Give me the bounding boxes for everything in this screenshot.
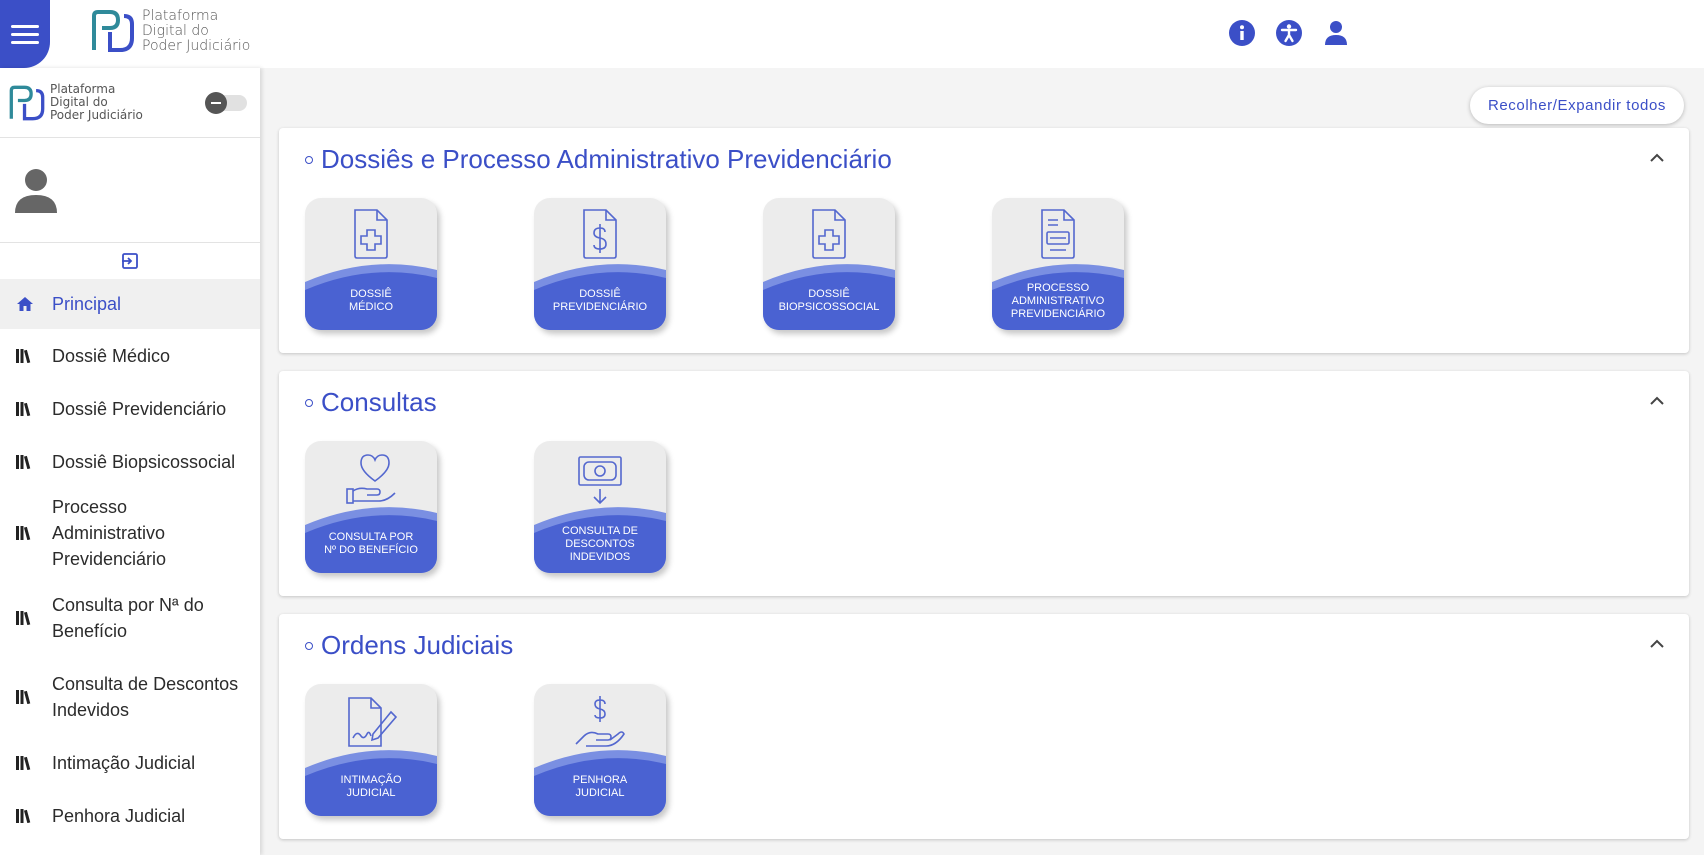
menu-line xyxy=(11,24,39,28)
sidebar-item-label: Dossiê Biopsicossocial xyxy=(52,451,236,472)
logo-line: Plataforma xyxy=(142,7,219,24)
card-label: DOSSIÊ BIOPSICOSSOCIAL xyxy=(778,288,880,313)
main-content: Recolher/Expandir todos Dossiês e Proces… xyxy=(260,68,1704,855)
card-dossie-biopsicossocial[interactable]: DOSSIÊ BIOPSICOSSOCIAL xyxy=(763,198,895,330)
toggle-knob xyxy=(205,92,227,114)
menu-line xyxy=(11,32,39,36)
card-processo-administrativo[interactable]: PROCESSO ADMINISTRATIVO PREVIDENCIÁRIO xyxy=(992,198,1124,330)
user-profile xyxy=(0,138,260,243)
card-consulta-descontos[interactable]: CONSULTA DE DESCONTOS INDEVIDOS xyxy=(534,441,666,573)
logo-line: Digital do xyxy=(142,22,209,39)
library-icon xyxy=(16,611,36,625)
signed-document-icon xyxy=(305,694,437,750)
pdpj-logo-icon xyxy=(9,85,45,120)
sidebar-item-label: Principal xyxy=(52,294,122,314)
sidebar-item-label: Dossiê Médico xyxy=(52,345,171,366)
cash-down-icon xyxy=(534,451,666,507)
card-penhora-judicial[interactable]: PENHORA JUDICIAL xyxy=(534,684,666,816)
theme-toggle[interactable] xyxy=(205,92,247,114)
info-icon[interactable] xyxy=(1228,19,1256,47)
sidebar: Plataforma Digital do Poder Judiciário P… xyxy=(0,68,260,855)
sidebar-item-dossie-medico[interactable]: Dossiê Médico xyxy=(0,329,260,382)
logo-text: Plataforma Digital do Poder Judiciário xyxy=(142,7,251,54)
user-icon[interactable] xyxy=(1322,19,1350,47)
card-consulta-beneficio[interactable]: CONSULTA POR Nº DO BENEFÍCIO xyxy=(305,441,437,573)
card-grid: INTIMAÇÃO JUDICIAL PENHORA JUDICIAL xyxy=(305,684,666,816)
logo-line: Poder Judiciário xyxy=(142,37,251,54)
library-icon xyxy=(16,348,36,363)
money-document-icon xyxy=(534,208,666,264)
section-title-text: Ordens Judiciais xyxy=(321,630,514,660)
sidebar-header: Plataforma Digital do Poder Judiciário xyxy=(0,68,260,138)
medical-document-icon xyxy=(763,208,895,264)
chevron-up-icon[interactable] xyxy=(1647,148,1667,168)
card-grid: DOSSIÊ MÉDICO DOSSIÊ PREVIDENCIÁRIO DOSS… xyxy=(305,198,1124,330)
bullet-icon xyxy=(305,155,313,164)
sidebar-item-label: Consulta por Nª do Benefício xyxy=(52,595,204,641)
bullet-icon xyxy=(305,641,313,650)
sidebar-item-dossie-biopsicossocial[interactable]: Dossiê Biopsicossocial xyxy=(0,435,260,488)
sidebar-item-processo-administrativo[interactable]: Processo Administrativo Previdenciário xyxy=(0,488,260,578)
logout-button[interactable] xyxy=(0,243,260,279)
sidebar-item-consulta-beneficio[interactable]: Consulta por Nª do Benefício xyxy=(0,578,260,658)
sidebar-item-principal[interactable]: Principal xyxy=(0,279,260,329)
card-label: INTIMAÇÃO JUDICIAL xyxy=(340,774,402,799)
card-dossie-medico[interactable]: DOSSIÊ MÉDICO xyxy=(305,198,437,330)
sidebar-item-label: Penhora Judicial xyxy=(52,805,186,826)
library-icon xyxy=(16,755,36,770)
sidebar-item-label: Processo Administrativo Previdenciário xyxy=(52,497,167,569)
money-hand-icon xyxy=(534,694,666,750)
card-label: DOSSIÊ PREVIDENCIÁRIO xyxy=(552,288,648,313)
home-icon xyxy=(16,296,36,312)
logout-icon xyxy=(122,253,138,269)
bullet-icon xyxy=(305,398,313,407)
library-icon xyxy=(16,690,36,704)
library-icon xyxy=(16,454,36,469)
collapse-expand-all-button[interactable]: Recolher/Expandir todos xyxy=(1469,87,1684,124)
card-intimacao-judicial[interactable]: INTIMAÇÃO JUDICIAL xyxy=(305,684,437,816)
medical-document-icon xyxy=(305,208,437,264)
form-document-icon xyxy=(992,208,1124,264)
avatar-icon xyxy=(15,169,57,213)
accessibility-icon[interactable] xyxy=(1275,19,1303,47)
card-label: PENHORA JUDICIAL xyxy=(572,774,628,799)
section-title-text: Consultas xyxy=(321,387,437,417)
sidebar-item-label: Intimação Judicial xyxy=(52,752,196,773)
sidebar-logo-text: Plataforma Digital do Poder Judiciário xyxy=(50,83,143,122)
card-label: CONSULTA DE DESCONTOS INDEVIDOS xyxy=(562,524,638,563)
card-label: DOSSIÊ MÉDICO xyxy=(349,288,393,313)
header-actions xyxy=(1228,19,1350,47)
sidebar-item-intimacao-judicial[interactable]: Intimação Judicial xyxy=(0,736,260,789)
pdpj-logo-icon xyxy=(92,10,134,52)
menu-line xyxy=(11,40,39,44)
section-title[interactable]: Ordens Judiciais xyxy=(305,630,513,661)
chevron-up-icon[interactable] xyxy=(1647,634,1667,654)
section-ordens-judiciais: Ordens Judiciais INTIMAÇÃO JUDICIAL PENH… xyxy=(279,614,1689,839)
card-label: PROCESSO ADMINISTRATIVO PREVIDENCIÁRIO xyxy=(1010,281,1106,320)
top-bar: Plataforma Digital do Poder Judiciário xyxy=(0,0,1704,68)
section-consultas: Consultas CONSULTA POR Nº DO BENEFÍCIO C… xyxy=(279,371,1689,596)
sidebar-item-penhora-judicial[interactable]: Penhora Judicial xyxy=(0,789,260,842)
library-icon xyxy=(16,808,36,823)
library-icon xyxy=(16,401,36,416)
sidebar-item-label: Consulta de Descontos Indevidos xyxy=(52,674,239,720)
section-title[interactable]: Dossiês e Processo Administrativo Previd… xyxy=(305,144,892,175)
section-title[interactable]: Consultas xyxy=(305,387,437,418)
card-grid: CONSULTA POR Nº DO BENEFÍCIO CONSULTA DE… xyxy=(305,441,666,573)
hamburger-menu-button[interactable] xyxy=(0,0,50,68)
chevron-up-icon[interactable] xyxy=(1647,391,1667,411)
sidebar-item-consulta-descontos[interactable]: Consulta de Descontos Indevidos xyxy=(0,658,260,736)
sidebar-item-label: Dossiê Previdenciário xyxy=(52,398,227,419)
section-title-text: Dossiês e Processo Administrativo Previd… xyxy=(321,144,892,174)
card-dossie-previdenciario[interactable]: DOSSIÊ PREVIDENCIÁRIO xyxy=(534,198,666,330)
sidebar-item-dossie-previdenciario[interactable]: Dossiê Previdenciário xyxy=(0,382,260,435)
library-icon xyxy=(16,526,36,540)
heart-hand-icon xyxy=(305,451,437,507)
logo-line: Poder Judiciário xyxy=(50,108,143,122)
app-logo[interactable]: Plataforma Digital do Poder Judiciário xyxy=(90,8,250,54)
section-dossies: Dossiês e Processo Administrativo Previd… xyxy=(279,128,1689,353)
card-label: CONSULTA POR Nº DO BENEFÍCIO xyxy=(324,531,418,556)
